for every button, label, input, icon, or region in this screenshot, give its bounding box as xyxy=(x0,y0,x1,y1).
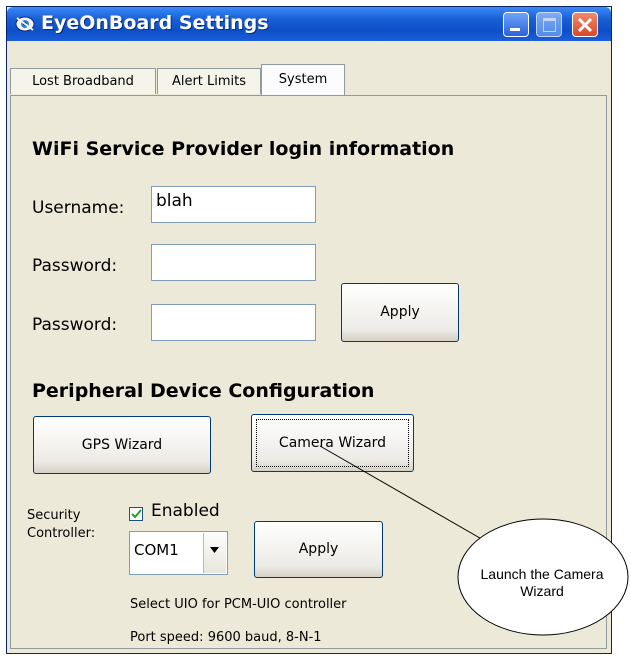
callout-annotation xyxy=(319,445,629,636)
callout-text: Launch the Camera Wizard xyxy=(454,566,630,600)
callout-pointer-line xyxy=(319,445,493,546)
tab-system[interactable]: System xyxy=(261,64,345,95)
callout-line2: Wizard xyxy=(520,583,564,599)
callout-line1: Launch the Camera xyxy=(480,566,604,582)
